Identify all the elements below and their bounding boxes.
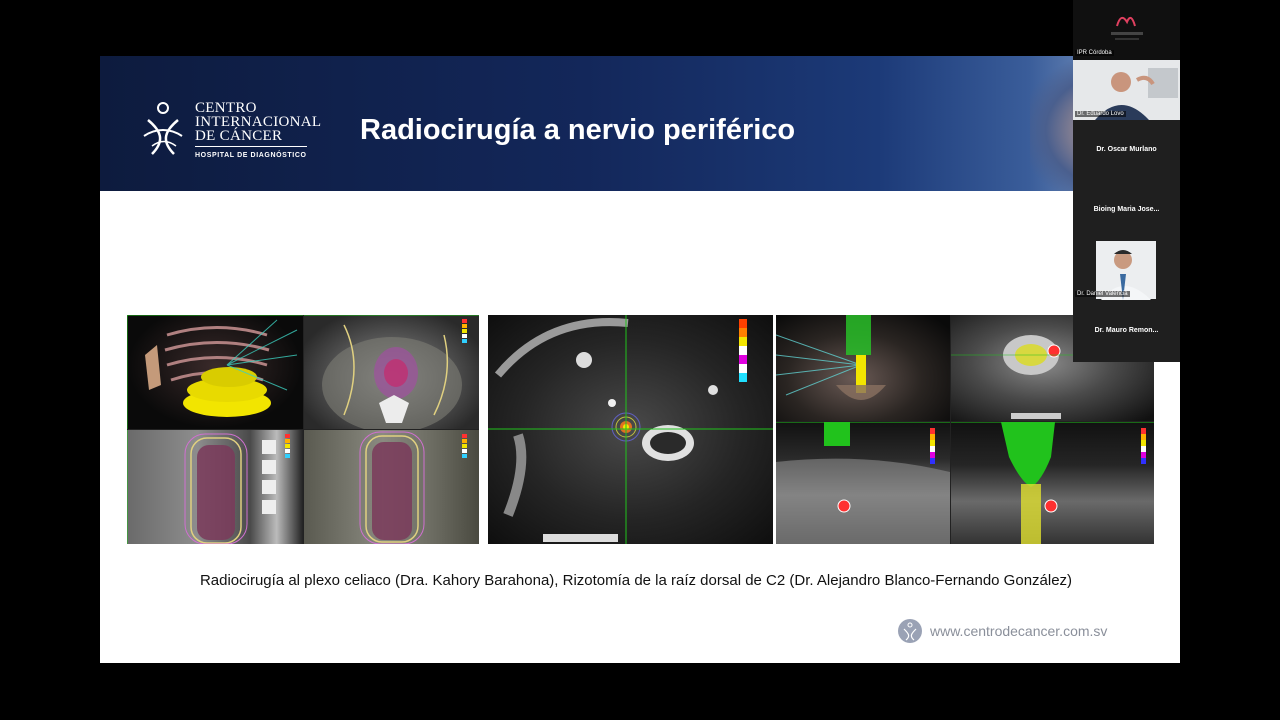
celiac-plexus-images (127, 315, 479, 544)
3d-rib-cage-view (127, 315, 303, 429)
website-footer: www.centrodecancer.com.sv (898, 619, 1107, 643)
slide-title: Radiocirugía a nervio periférico (360, 114, 796, 146)
participant-tile-oscar-murlano[interactable]: Dr. Oscar Murlano (1073, 120, 1180, 180)
participant-tile-eduardo-lovo[interactable]: Dr. Eduardo Lovo (1073, 60, 1180, 120)
participant-tile-daniel-valencia[interactable]: Dr. Daniel Valencia (1073, 240, 1180, 300)
website-url: www.centrodecancer.com.sv (930, 623, 1108, 639)
sagittal-neck-graphic (776, 422, 950, 544)
axial-ct-graphic (304, 315, 479, 429)
participant-name: Dr. Mauro Remon... (1094, 327, 1159, 334)
slide-banner: CENTRO INTERNACIONAL DE CÁNCER HOSPITAL … (100, 56, 1180, 191)
mri-graphic (488, 315, 773, 544)
3d-cervical-graphic (776, 315, 886, 400)
axial-mri-c2-image (488, 315, 773, 544)
axial-ct-view (304, 315, 479, 429)
3d-cervical-view (776, 315, 950, 421)
cancer-center-logo-icon (143, 102, 183, 155)
participants-panel: IPR Córdoba Dr. Eduardo Lovo Dr. Oscar M… (1073, 0, 1180, 362)
coronal-ct-view (127, 430, 303, 544)
participant-tile-ipr-cordoba[interactable]: IPR Córdoba (1073, 0, 1180, 60)
institute-logo-icon (1111, 16, 1143, 40)
presentation-slide: CENTRO INTERNACIONAL DE CÁNCER HOSPITAL … (100, 56, 1180, 663)
brand-subtitle: HOSPITAL DE DIAGNÓSTICO (195, 146, 307, 163)
slide-caption: Radiocirugía al plexo celiaco (Dra. Kaho… (199, 572, 1073, 589)
participant-name: Bioing Maria Jose... (1093, 206, 1160, 213)
participant-tile-mauro-remon[interactable]: Dr. Mauro Remon... (1073, 300, 1180, 362)
sagittal-mri-neck-view (776, 422, 950, 544)
sagittal-ct-graphic (359, 431, 467, 544)
coronal-mri-neck-view (951, 422, 1154, 544)
3d-rendering-graphic (127, 315, 303, 429)
sagittal-ct-view (304, 430, 479, 544)
participant-name: IPR Córdoba (1075, 50, 1114, 56)
participant-name: Dr. Oscar Murlano (1096, 146, 1157, 153)
participant-tile-maria-jose[interactable]: Bioing Maria Jose... (1073, 180, 1180, 240)
participant-name: Dr. Eduardo Lovo (1075, 111, 1126, 117)
coronal-ct-graphic (127, 430, 290, 544)
website-logo-icon (898, 619, 922, 643)
brand-name: CENTRO INTERNACIONAL DE CÁNCER HOSPITAL … (195, 101, 321, 163)
coronal-neck-graphic (951, 422, 1154, 544)
participant-name: Dr. Daniel Valencia (1075, 291, 1130, 297)
